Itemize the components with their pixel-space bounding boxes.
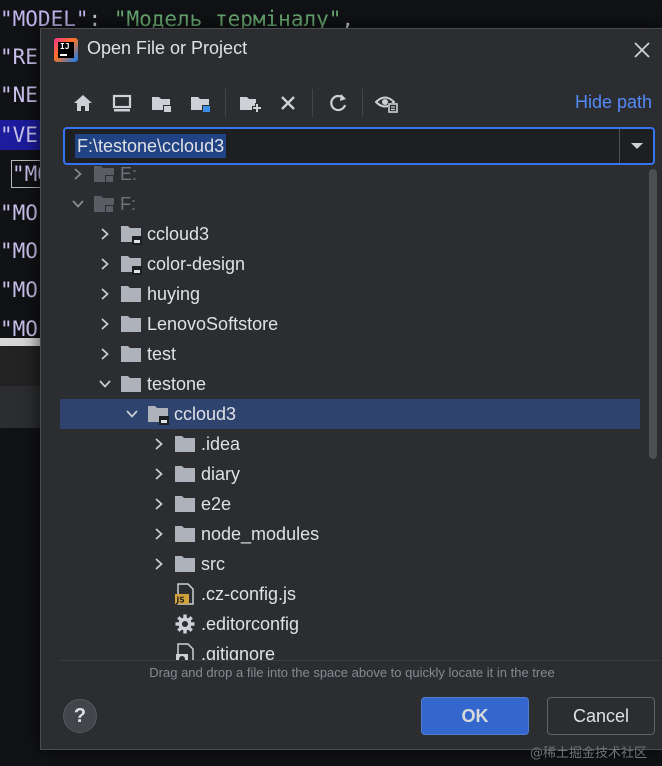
tree-row[interactable]: LenovoSoftstore (60, 309, 640, 339)
tree-row[interactable]: e2e (60, 489, 640, 519)
tree-row-label: src (201, 554, 225, 574)
tree-row[interactable]: F: (60, 189, 640, 219)
tree-row[interactable]: ccloud3 (60, 399, 640, 429)
new-folder-icon[interactable] (237, 90, 263, 116)
project-folder-icon (120, 253, 142, 275)
folder-icon (174, 433, 196, 455)
chevron-right-icon[interactable] (151, 436, 167, 452)
folder-icon (174, 493, 196, 515)
tree-row-label: .idea (201, 434, 241, 454)
drag-drop-hint: Drag and drop a file into the space abov… (149, 665, 555, 680)
chevron-right-icon[interactable] (151, 466, 167, 482)
drive-icon (93, 193, 115, 215)
project-folder-icon (120, 223, 142, 245)
chevron-right-icon[interactable] (97, 256, 113, 272)
ignore-file-icon (174, 643, 196, 660)
chevron-down-icon (631, 143, 643, 149)
chevron-right-icon[interactable] (151, 556, 167, 572)
gear-icon (174, 613, 196, 635)
tree-row[interactable]: test (60, 339, 640, 369)
path-input[interactable]: F:\testone\ccloud3 (63, 127, 655, 165)
desktop-icon[interactable] (109, 90, 135, 116)
tree-row[interactable]: huying (60, 279, 640, 309)
toolbar-separator (225, 89, 226, 117)
chevron-down-icon[interactable] (70, 196, 86, 212)
tree-row-label: ccloud3 (174, 404, 237, 424)
tree-row[interactable]: ccloud3 (60, 219, 640, 249)
folder-icon (174, 463, 196, 485)
chevron-right-icon[interactable] (97, 286, 113, 302)
folder-icon (174, 523, 196, 545)
tree-row-label: diary (201, 464, 241, 484)
help-button[interactable]: ? (63, 699, 97, 733)
hide-path-link[interactable]: Hide path (575, 92, 652, 113)
javascript-file-icon: JS (174, 583, 196, 605)
cancel-button[interactable]: Cancel (547, 697, 655, 735)
tree-row[interactable]: .editorconfig (60, 609, 640, 639)
path-history-dropdown[interactable] (619, 129, 653, 163)
chevron-down-icon[interactable] (124, 406, 140, 422)
dialog-title: Open File or Project (87, 38, 248, 58)
tree-row[interactable]: .idea (60, 429, 640, 459)
tree-row-label: .cz-config.js (201, 584, 297, 604)
tree-row-label: test (147, 344, 177, 364)
tree-row[interactable]: color-design (60, 249, 640, 279)
folder-icon (120, 373, 142, 395)
tree-row-label: .gitignore (201, 644, 276, 661)
dialog-toolbar: Hide path (41, 87, 662, 119)
tree-row[interactable]: E: (60, 165, 640, 189)
open-file-dialog: IJ Open File or Project Hide path F:\tes… (40, 28, 662, 750)
file-tree[interactable]: E: F: ccloud3 color-design huying LenovoSofts… (60, 165, 660, 661)
chevron-right-icon[interactable] (70, 166, 86, 182)
chevron-right-icon[interactable] (151, 496, 167, 512)
toolbar-separator (362, 89, 363, 117)
tree-row-label: testone (147, 374, 207, 394)
tree-row[interactable]: .gitignore (60, 639, 640, 661)
folder-icon (120, 313, 142, 335)
tree-row[interactable]: JS .cz-config.js (60, 579, 640, 609)
project-folder-icon[interactable] (149, 90, 175, 116)
project-folder-icon (147, 403, 169, 425)
watermark: @稀土掘金技术社区 (530, 746, 648, 761)
folder-icon (120, 343, 142, 365)
tree-row[interactable]: src (60, 549, 640, 579)
tree-row-label: ccloud3 (147, 224, 210, 244)
chevron-right-icon[interactable] (97, 346, 113, 362)
tree-scrollbar[interactable] (649, 169, 657, 459)
folder-icon (174, 553, 196, 575)
tree-row-label: E: (120, 165, 138, 184)
module-folder-icon[interactable] (188, 90, 214, 116)
tree-row-label: F: (120, 194, 136, 214)
chevron-right-icon[interactable] (151, 526, 167, 542)
ok-button[interactable]: OK (421, 697, 529, 735)
tree-row[interactable]: node_modules (60, 519, 640, 549)
refresh-icon[interactable] (325, 90, 351, 116)
show-hidden-icon[interactable] (374, 90, 400, 116)
tree-row[interactable]: diary (60, 459, 640, 489)
folder-icon (120, 283, 142, 305)
tree-row-label: color-design (147, 254, 246, 274)
svg-text:JS: JS (176, 596, 185, 605)
chevron-right-icon[interactable] (97, 226, 113, 242)
tree-row-label: node_modules (201, 524, 320, 544)
toolbar-separator (312, 89, 313, 117)
tree-row-label: huying (147, 284, 201, 304)
drive-icon (93, 165, 115, 185)
close-icon[interactable] (629, 37, 655, 63)
path-input-value[interactable]: F:\testone\ccloud3 (75, 134, 227, 158)
chevron-down-icon[interactable] (97, 376, 113, 392)
chevron-right-icon[interactable] (97, 316, 113, 332)
home-icon[interactable] (70, 90, 96, 116)
tree-row[interactable]: testone (60, 369, 640, 399)
tree-row-label: e2e (201, 494, 232, 514)
dialog-titlebar: IJ Open File or Project (41, 29, 662, 73)
delete-icon[interactable] (275, 90, 301, 116)
intellij-app-icon: IJ (54, 38, 78, 62)
tree-row-label: LenovoSoftstore (147, 314, 279, 334)
tree-row-label: .editorconfig (201, 614, 300, 634)
